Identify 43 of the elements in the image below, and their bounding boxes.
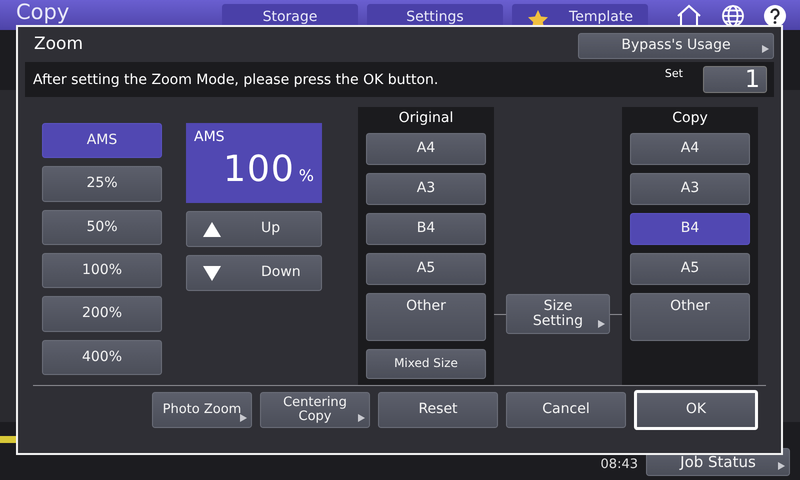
- zoom-preset-button[interactable]: AMS: [42, 123, 162, 158]
- set-count-field: 1: [703, 66, 767, 93]
- paper-size-button[interactable]: Other: [630, 293, 750, 341]
- zoom-preset-button[interactable]: 50%: [42, 210, 162, 245]
- zoom-preset-button[interactable]: 200%: [42, 296, 162, 332]
- up-triangle-icon: [203, 222, 221, 236]
- zoom-display: AMS 100%: [186, 123, 322, 203]
- dialog-title: Zoom: [34, 34, 84, 54]
- paper-size-button[interactable]: B4: [366, 213, 486, 245]
- panel-heading: Copy: [671, 110, 709, 125]
- zoom-preset-button[interactable]: 100%: [42, 252, 162, 288]
- paper-size-button[interactable]: Other: [366, 293, 486, 341]
- panel-heading: Original: [398, 110, 454, 125]
- paper-size-button[interactable]: A3: [366, 173, 486, 205]
- globe-icon[interactable]: [721, 4, 745, 28]
- zoom-up-button[interactable]: Up: [186, 211, 322, 247]
- size-setting-button[interactable]: Size Setting: [506, 294, 610, 334]
- action-button[interactable]: Centering Copy: [260, 392, 370, 428]
- help-icon[interactable]: [763, 4, 787, 28]
- indicator-bar: [0, 436, 16, 443]
- paper-size-button[interactable]: A5: [630, 253, 750, 285]
- action-button[interactable]: Reset: [378, 392, 498, 428]
- instruction-text: After setting the Zoom Mode, please press the OK button.: [33, 72, 440, 88]
- paper-size-button[interactable]: Mixed Size: [366, 349, 486, 379]
- paper-size-button[interactable]: A4: [366, 133, 486, 165]
- bypass-usage-button[interactable]: Bypass's Usage: [578, 33, 774, 59]
- arrow-icon: [762, 45, 769, 53]
- action-button[interactable]: Cancel: [506, 392, 626, 428]
- set-label: Set: [664, 67, 683, 80]
- down-triangle-icon: [203, 266, 221, 280]
- clock-time: 08:43: [600, 457, 638, 472]
- action-button[interactable]: Photo Zoom: [152, 392, 252, 428]
- zoom-preset-button[interactable]: 25%: [42, 166, 162, 202]
- paper-size-button[interactable]: A5: [366, 253, 486, 285]
- paper-size-button[interactable]: A4: [630, 133, 750, 165]
- action-button[interactable]: OK: [634, 390, 758, 430]
- paper-size-button[interactable]: B4: [630, 213, 750, 245]
- arrow-icon: [778, 462, 785, 470]
- paper-size-button[interactable]: A3: [630, 173, 750, 205]
- arrow-icon: [598, 320, 605, 328]
- zoom-down-button[interactable]: Down: [186, 255, 322, 291]
- zoom-preset-button[interactable]: 400%: [42, 340, 162, 375]
- screen-title: Copy: [16, 1, 70, 23]
